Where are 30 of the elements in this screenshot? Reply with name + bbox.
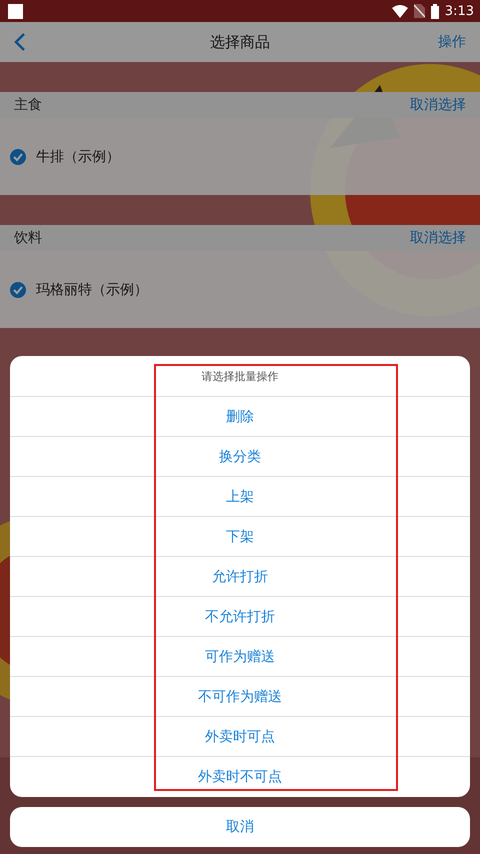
action-button[interactable]: 操作 [438,33,466,51]
wifi-icon [392,4,408,18]
sheet-option[interactable]: 不可作为赠送 [10,677,470,717]
page-title: 选择商品 [210,32,270,52]
product-row[interactable]: 牛排（示例） [0,118,480,195]
deselect-link[interactable]: 取消选择 [410,96,466,114]
battery-icon [430,4,439,18]
deselect-link[interactable]: 取消选择 [410,229,466,247]
sheet-option[interactable]: 允许打折 [10,557,470,597]
sheet-option[interactable]: 不允许打折 [10,597,470,637]
sheet-option[interactable]: 上架 [10,477,470,517]
product-name: 牛排（示例） [36,148,120,166]
sheet-option[interactable]: 换分类 [10,437,470,477]
sheet-option[interactable]: 下架 [10,517,470,557]
checkbox[interactable] [10,282,26,298]
cancel-button[interactable]: 取消 [10,807,470,847]
notification-icon [8,4,23,18]
section-title: 主食 [14,96,42,114]
sheet-option[interactable]: 外卖时可点 [10,717,470,757]
section-title: 饮料 [14,229,42,247]
clock: 3:13 [444,4,474,18]
sheet-option[interactable]: 可作为赠送 [10,637,470,677]
back-icon[interactable] [14,32,26,52]
sheet-title: 请选择批量操作 [10,356,470,397]
no-sim-icon [414,4,425,18]
sheet-option[interactable]: 外卖时不可点 [10,757,470,797]
product-name: 玛格丽特（示例） [36,280,148,298]
checkbox[interactable] [10,148,26,164]
sheet-option[interactable]: 删除 [10,397,470,437]
product-row[interactable]: 玛格丽特（示例） [0,251,480,328]
